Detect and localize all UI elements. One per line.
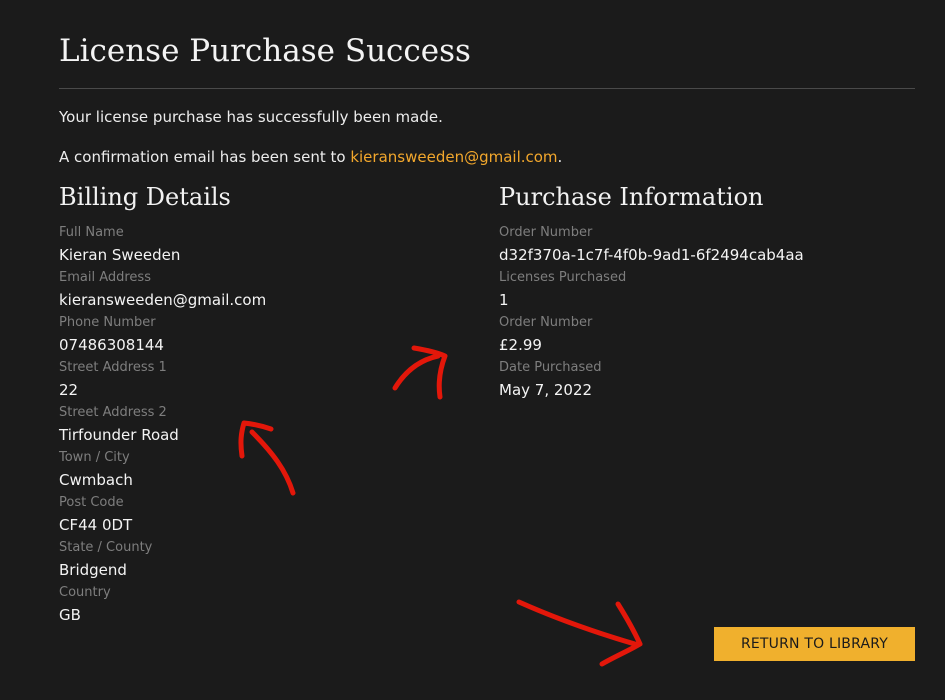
title-divider — [59, 88, 915, 89]
billing-field-full-name: Full Name Kieran Sweeden — [59, 223, 459, 268]
field-value: kieransweeden@gmail.com — [59, 291, 267, 309]
field-label: Licenses Purchased — [499, 270, 627, 285]
field-value: GB — [59, 606, 81, 624]
purchase-field-date-purchased: Date Purchased May 7, 2022 — [499, 358, 919, 403]
field-value: Kieran Sweeden — [59, 246, 181, 264]
field-label: Order Number — [499, 315, 593, 330]
field-value: £2.99 — [499, 336, 542, 354]
billing-field-email-address: Email Address kieransweeden@gmail.com — [59, 268, 459, 313]
confirmation-email-link[interactable]: kieransweeden@gmail.com — [350, 148, 557, 166]
field-value: d32f370a-1c7f-4f0b-9ad1-6f2494cab4aa — [499, 246, 804, 264]
success-message: Your license purchase has successfully b… — [59, 108, 443, 126]
billing-field-post-code: Post Code CF44 0DT — [59, 493, 459, 538]
billing-field-town-city: Town / City Cwmbach — [59, 448, 459, 493]
field-value: Cwmbach — [59, 471, 133, 489]
billing-field-street-address-1: Street Address 1 22 — [59, 358, 459, 403]
purchase-field-licenses-purchased: Licenses Purchased 1 — [499, 268, 919, 313]
field-label: Town / City — [59, 450, 130, 465]
billing-field-state-county: State / County Bridgend — [59, 538, 459, 583]
purchase-information-list: Order Number d32f370a-1c7f-4f0b-9ad1-6f2… — [499, 223, 919, 403]
confirmation-prefix: A confirmation email has been sent to — [59, 148, 351, 166]
field-label: Email Address — [59, 270, 151, 285]
purchase-information-heading: Purchase Information — [499, 183, 764, 211]
confirmation-message: A confirmation email has been sent to ki… — [59, 147, 562, 167]
field-label: Order Number — [499, 225, 593, 240]
return-to-library-button[interactable]: RETURN TO LIBRARY — [714, 627, 915, 661]
field-value: May 7, 2022 — [499, 381, 593, 399]
field-value: Bridgend — [59, 561, 127, 579]
billing-details-list: Full Name Kieran Sweeden Email Address k… — [59, 223, 459, 628]
annotation-arrow-bottom — [516, 599, 643, 667]
field-value: 22 — [59, 381, 79, 399]
page-title: License Purchase Success — [59, 33, 471, 69]
confirmation-suffix: . — [557, 148, 563, 166]
field-label: Street Address 1 — [59, 360, 167, 375]
field-label: Street Address 2 — [59, 405, 167, 420]
purchase-field-order-number: Order Number d32f370a-1c7f-4f0b-9ad1-6f2… — [499, 223, 919, 268]
field-value: Tirfounder Road — [59, 426, 179, 444]
field-value: 1 — [499, 291, 509, 309]
purchase-field-price: Order Number £2.99 — [499, 313, 919, 358]
field-value: CF44 0DT — [59, 516, 133, 534]
field-label: State / County — [59, 540, 153, 555]
field-label: Full Name — [59, 225, 124, 240]
field-label: Phone Number — [59, 315, 156, 330]
field-label: Date Purchased — [499, 360, 602, 375]
field-value: 07486308144 — [59, 336, 164, 354]
billing-field-street-address-2: Street Address 2 Tirfounder Road — [59, 403, 459, 448]
billing-details-heading: Billing Details — [59, 183, 231, 211]
billing-field-country: Country GB — [59, 583, 459, 628]
field-label: Country — [59, 585, 111, 600]
field-label: Post Code — [59, 495, 124, 510]
billing-field-phone-number: Phone Number 07486308144 — [59, 313, 459, 358]
